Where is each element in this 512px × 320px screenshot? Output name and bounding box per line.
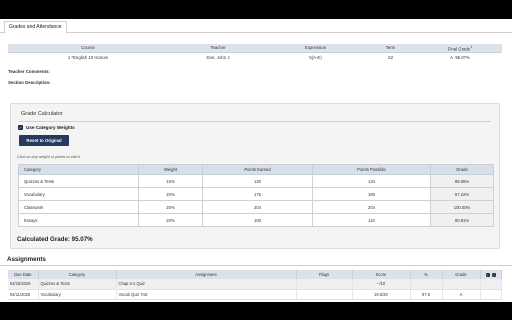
header-teacher: Teacher: [168, 44, 268, 53]
category-grade: 89.55%: [430, 174, 494, 188]
category-points-earned[interactable]: 100: [202, 213, 313, 227]
assignments-title: Assignments: [7, 256, 46, 263]
use-category-weights-checkbox[interactable]: ✓: [18, 125, 23, 130]
header-percent[interactable]: %: [410, 270, 443, 279]
tab-bar: Grades and Attendance: [0, 19, 512, 34]
category-row: Quizzes & Tests 15% 120 134 89.55%: [18, 174, 494, 188]
category-row: Vocabulary 20% 175 180 97.22%: [18, 187, 494, 201]
assignment-icons: [480, 279, 502, 290]
category-grade: 97.22%: [430, 187, 494, 201]
category-name: Classwork: [18, 200, 139, 214]
header-category: Category: [18, 164, 139, 175]
category-points-earned[interactable]: 204: [202, 200, 313, 214]
assignment-icons: [480, 289, 502, 300]
category-points-possible[interactable]: 204: [312, 200, 431, 214]
category-name: Essays: [18, 213, 139, 227]
grade-calculator-title: Grade Calculator: [21, 111, 63, 117]
table-row: 04/15/2025 Quizzes & Tests Chap 3-4 Quiz…: [8, 279, 502, 290]
calculated-grade: Calculated Grade: 95.07%: [17, 236, 93, 243]
header-grade: Grade: [430, 164, 494, 175]
category-grade: 90.91%: [430, 213, 494, 227]
header-flags: Flags: [296, 270, 353, 279]
header-final-grade: Final Grade1: [418, 44, 502, 53]
assignment-flags: [296, 279, 353, 290]
course-term: S2: [387, 54, 394, 60]
divider: [0, 265, 512, 266]
category-weight[interactable]: 20%: [138, 200, 203, 214]
category-row: Classwork 20% 204 204 100.00%: [18, 200, 494, 214]
reset-to-original-button[interactable]: Reset to Original: [19, 135, 69, 146]
comment-icon[interactable]: ▪: [491, 272, 496, 277]
category-points-possible[interactable]: 110: [312, 213, 431, 227]
category-points-possible[interactable]: 134: [312, 174, 431, 188]
assignment-score: 19.5/20: [352, 289, 411, 300]
header-points-earned: Points Earned: [202, 164, 313, 175]
assignment-category: Vocabulary: [38, 289, 117, 300]
divider: [19, 121, 491, 122]
category-row: Essays 20% 100 110 90.91%: [18, 213, 494, 227]
header-weight: Weight: [138, 164, 203, 175]
header-expression: Expression: [268, 44, 363, 53]
assignment-score: --/10: [352, 279, 411, 290]
use-category-weights-label[interactable]: Use Category Weights: [26, 125, 75, 130]
header-due-date[interactable]: Due Date: [8, 270, 39, 279]
header-course: Course: [8, 44, 168, 53]
course-summary-table: Course Teacher Expression Term Final Gra…: [8, 44, 502, 62]
category-weight[interactable]: 20%: [138, 187, 203, 201]
info-icon[interactable]: i: [485, 272, 490, 277]
header-score[interactable]: Score: [352, 270, 411, 279]
category-weight[interactable]: 15%: [138, 174, 203, 188]
course-teacher[interactable]: Doe, John J: [168, 52, 268, 62]
header-points-possible: Points Possible: [312, 164, 431, 175]
course-final-grade[interactable]: A 95.07%: [418, 52, 502, 62]
header-grade[interactable]: Grade: [442, 270, 481, 279]
assignment-due-date: 04/15/2025: [8, 279, 39, 290]
header-assignment[interactable]: Assignment: [116, 270, 297, 279]
tab-grades-and-attendance[interactable]: Grades and Attendance: [4, 21, 67, 34]
assignment-due-date: 04/11/2025: [8, 289, 39, 300]
assignment-percent: 97.5: [410, 289, 443, 300]
assignments-table: Due Date Category Assignment Flags Score…: [8, 270, 502, 300]
final-grade-footnote: 1: [470, 44, 473, 49]
assignment-grade: [442, 279, 481, 290]
course-name: 1 *English 10 Honors: [67, 54, 109, 60]
category-points-possible[interactable]: 180: [312, 187, 431, 201]
assignment-name[interactable]: Vocab Quiz #18: [116, 289, 297, 300]
table-row: 04/11/2025 Vocabulary Vocab Quiz #18 19.…: [8, 289, 502, 300]
assignment-percent: [410, 279, 443, 290]
grade-calculator-panel: Grade Calculator ✓ Use Category Weights …: [10, 103, 500, 249]
course-row: 1 *English 10 Honors Doe, John J 5(A-E) …: [8, 52, 502, 62]
category-weight[interactable]: 20%: [138, 213, 203, 227]
category-points-earned[interactable]: 120: [202, 174, 313, 188]
category-name: Quizzes & Tests: [18, 174, 139, 188]
course-expression: 5(A-E): [309, 54, 322, 60]
assignment-flags: [296, 289, 353, 300]
assignment-grade: A: [442, 289, 481, 300]
edit-hint: Click on any weight or points to edit it…: [17, 155, 81, 159]
grades-page: Grades and Attendance Course Teacher Exp…: [0, 19, 512, 302]
header-term: Term: [363, 44, 418, 53]
category-points-earned[interactable]: 175: [202, 187, 313, 201]
assignment-name[interactable]: Chap 3-4 Quiz: [116, 279, 297, 290]
assignment-category: Quizzes & Tests: [38, 279, 117, 290]
category-grade: 100.00%: [430, 200, 494, 214]
category-name: Vocabulary: [18, 187, 139, 201]
section-description-label: Section Description:: [8, 80, 51, 85]
header-category[interactable]: Category: [38, 270, 117, 279]
teacher-comments-label: Teacher Comments:: [8, 69, 50, 74]
header-icons: i ▪: [480, 270, 502, 279]
category-table: Category Weight Points Earned Points Pos…: [18, 164, 494, 227]
